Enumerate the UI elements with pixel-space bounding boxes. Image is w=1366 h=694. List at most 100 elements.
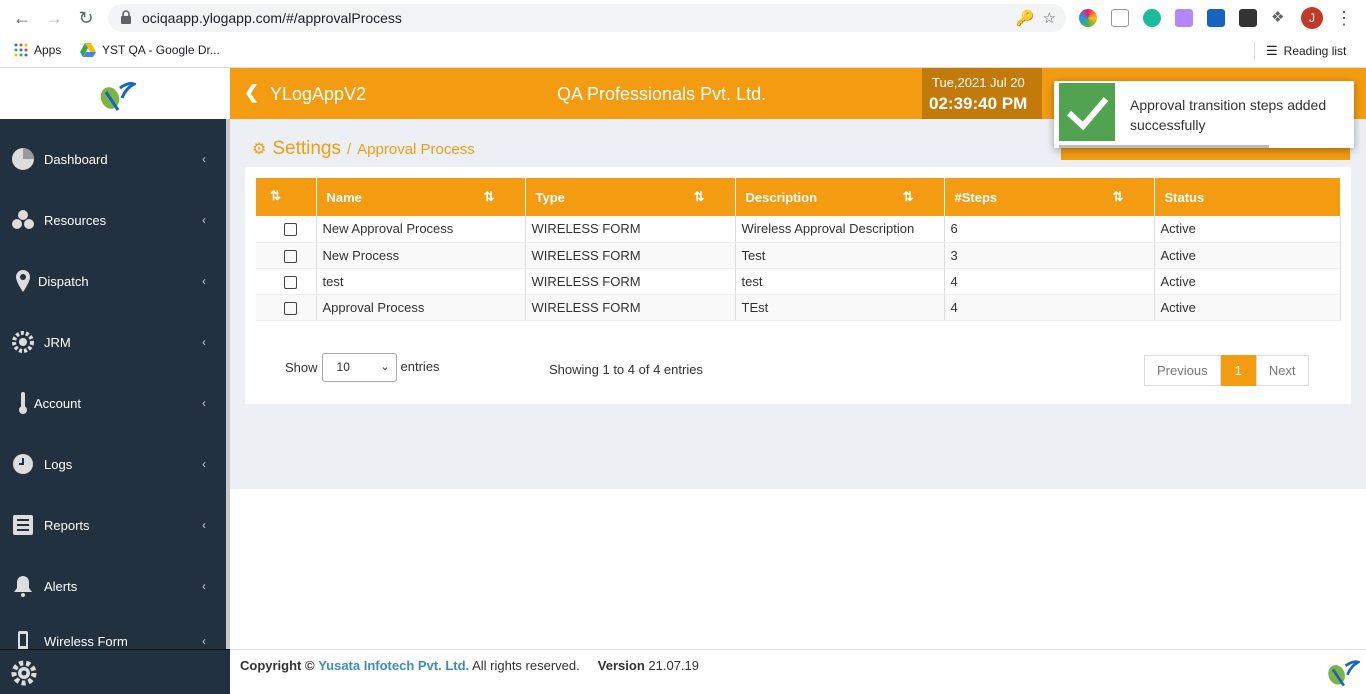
sidebar-footer	[0, 649, 230, 694]
entries-length-control: Show 10 ⌄ entries	[285, 353, 440, 382]
sidebar-item-jrm[interactable]: JRM ‹	[0, 322, 230, 362]
chevron-left-icon: ‹	[202, 274, 206, 288]
datetime-box: Tue,2021 Jul 20 02:39:40 PM	[922, 68, 1042, 119]
ylog-logo-icon	[100, 82, 136, 111]
apps-grid-icon	[14, 43, 28, 57]
back-arrow-icon[interactable]: ←	[12, 8, 32, 28]
company-link[interactable]: Yusata Infotech Pvt. Ltd.	[318, 658, 469, 673]
chevron-left-icon: ‹	[202, 457, 206, 471]
sort-arrows-icon: ⇅	[270, 188, 281, 203]
version-number: 21.07.19	[648, 658, 699, 673]
extension-text-icon[interactable]	[1111, 9, 1129, 27]
column-header-type[interactable]: Type ⇅	[525, 178, 736, 216]
extension-pen-icon[interactable]	[1175, 9, 1193, 27]
row-checkbox[interactable]	[284, 223, 297, 237]
column-header-description[interactable]: Description ⇅	[735, 178, 945, 216]
star-icon[interactable]: ☆	[1043, 10, 1056, 27]
column-header-name[interactable]: Name ⇅	[316, 178, 526, 216]
entries-select[interactable]: 10 ⌄	[321, 353, 397, 382]
sidebar-item-dispatch[interactable]: Dispatch ‹	[0, 261, 230, 301]
select-all-header[interactable]: ⇅	[256, 178, 317, 216]
toast-message: Approval transition steps added successf…	[1130, 97, 1327, 133]
column-header-status[interactable]: Status	[1154, 178, 1341, 216]
gear-cog-icon	[12, 331, 34, 353]
dashboard-icon	[12, 148, 34, 170]
chevron-left-icon: ‹	[202, 579, 206, 593]
previous-button[interactable]: Previous	[1144, 355, 1221, 386]
approval-process-table: ⇅ Name ⇅ Type ⇅ Description ⇅ #Steps ⇅ Statu…	[256, 178, 1341, 321]
bell-icon	[14, 576, 32, 597]
sidebar-item-alerts[interactable]: Alerts ‹	[0, 566, 230, 606]
sidebar: Dashboard ‹ Resources ‹ Dispatch ‹ JRM ‹…	[0, 119, 230, 694]
pagination: Previous 1 Next	[1144, 355, 1309, 386]
url-text: ociqaapp.ylogapp.com/#/approvalProcess	[142, 10, 402, 26]
toast-progress-bar	[1059, 145, 1269, 148]
sidebar-item-logs[interactable]: Logs ‹	[0, 444, 230, 484]
breadcrumb: ⚙ Settings / Approval Process	[252, 138, 475, 160]
action-buttons-strip[interactable]	[1061, 148, 1350, 160]
table-row[interactable]: test WIRELESS FORM test 4 Active	[256, 268, 1341, 295]
footer-logo-icon	[1328, 660, 1360, 687]
lock-icon	[121, 10, 131, 24]
chevron-down-icon: ⌄	[380, 361, 390, 373]
google-drive-icon	[80, 43, 96, 57]
row-checkbox[interactable]	[284, 301, 297, 315]
extension-s-icon[interactable]	[1207, 9, 1225, 27]
page-button-1[interactable]: 1	[1220, 355, 1256, 386]
map-pin-icon	[16, 270, 30, 292]
chevron-left-icon: ‹	[202, 213, 206, 227]
chevron-left-icon: ‹	[202, 152, 206, 166]
sort-icon: ⇅	[1112, 189, 1124, 204]
success-toast[interactable]: Approval transition steps added successf…	[1054, 81, 1354, 148]
settings-gear-icon[interactable]	[10, 659, 38, 687]
breadcrumb-settings[interactable]: Settings	[272, 138, 341, 160]
profile-avatar[interactable]: J	[1301, 7, 1323, 29]
reload-icon[interactable]: ↻	[76, 8, 96, 28]
resources-icon	[12, 210, 34, 229]
sidebar-item-account[interactable]: Account ‹	[0, 383, 230, 423]
checkmark-icon	[1059, 83, 1115, 141]
key-icon[interactable]: 🔑	[1016, 10, 1035, 27]
table-row[interactable]: Approval Process WIRELESS FORM TEst 4 Ac…	[256, 294, 1341, 321]
breadcrumb-current: Approval Process	[357, 141, 475, 158]
next-button[interactable]: Next	[1255, 355, 1309, 386]
report-icon	[13, 515, 33, 535]
sort-icon: ⇅	[483, 189, 495, 204]
address-bar[interactable]: ociqaapp.ylogapp.com/#/approvalProcess 🔑…	[108, 4, 1066, 32]
page-footer: Copyright © Yusata Infotech Pvt. Ltd. Al…	[230, 649, 1366, 694]
extension-selenium-icon[interactable]	[1239, 9, 1257, 27]
extension-color-icon[interactable]	[1079, 9, 1097, 27]
thermometer-icon	[19, 392, 27, 414]
gear-icon: ⚙	[252, 141, 267, 158]
current-time: 02:39:40 PM	[929, 94, 1028, 113]
clock-icon	[13, 454, 33, 474]
sidebar-logo[interactable]	[0, 68, 230, 119]
extension-bird-icon[interactable]	[1143, 9, 1161, 27]
menu-dots-icon[interactable]: ⋮	[1334, 8, 1354, 28]
current-date: Tue,2021 Jul 20	[932, 75, 1025, 90]
sidebar-item-resources[interactable]: Resources ‹	[0, 200, 230, 240]
sidebar-item-reports[interactable]: Reports ‹	[0, 505, 230, 545]
browser-toolbar: ← → ↻ ociqaapp.ylogapp.com/#/approvalPro…	[0, 0, 1366, 36]
column-header-steps[interactable]: #Steps ⇅	[944, 178, 1155, 216]
table-row[interactable]: New Approval Process WIRELESS FORM Wirel…	[256, 216, 1341, 243]
app-name: YLogAppV2	[270, 84, 367, 104]
company-name: QA Professionals Pvt. Ltd.	[557, 84, 767, 104]
sort-icon: ⇅	[693, 189, 705, 204]
content-blank	[230, 489, 1366, 649]
breadcrumb-separator: /	[347, 141, 352, 158]
table-row[interactable]: New Process WIRELESS FORM Test 3 Active	[256, 242, 1341, 269]
reading-list-icon: ☰	[1266, 43, 1278, 58]
bookmark-divider	[1254, 42, 1255, 60]
row-checkbox[interactable]	[284, 249, 297, 263]
chevron-left-icon: ‹	[202, 634, 206, 648]
sidebar-item-dashboard[interactable]: Dashboard ‹	[0, 139, 230, 179]
forward-arrow-icon[interactable]: →	[44, 8, 64, 28]
puzzle-icon[interactable]: ❖	[1271, 9, 1289, 27]
row-checkbox[interactable]	[284, 275, 297, 289]
bookmark-drive[interactable]: YST QA - Google Dr...	[80, 43, 220, 57]
reading-list-button[interactable]: ☰ Reading list	[1266, 43, 1346, 59]
chevron-left-icon: ‹	[202, 518, 206, 532]
bookmark-apps[interactable]: Apps	[14, 43, 61, 57]
back-chevron-icon[interactable]: ❮	[244, 82, 259, 103]
